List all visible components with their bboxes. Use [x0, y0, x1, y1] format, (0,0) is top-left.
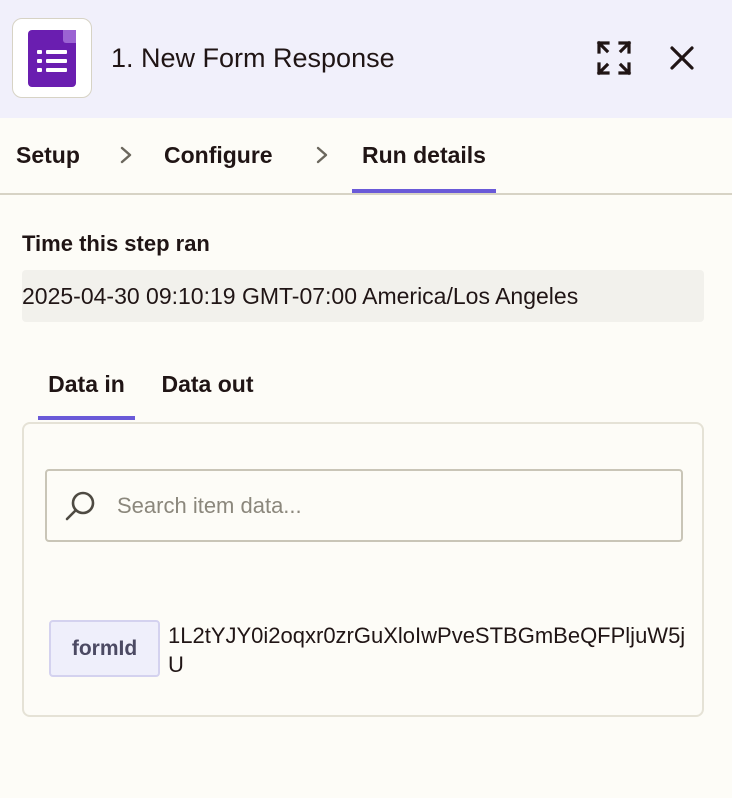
tab-configure[interactable]: Configure [164, 118, 273, 193]
time-value-box: 2025-04-30 09:10:19 GMT-07:00 America/Lo… [22, 270, 704, 322]
step-title: 1. New Form Response [111, 43, 395, 73]
tab-setup[interactable]: Setup [16, 118, 80, 193]
app-icon-frame [12, 18, 92, 98]
time-this-step-ran-label: Time this step ran [22, 231, 210, 256]
close-icon [670, 46, 694, 70]
search-input[interactable] [117, 487, 667, 525]
chevron-right-icon [316, 146, 328, 164]
google-forms-icon [28, 30, 76, 87]
field-value: 1L2tYJY0i2oqxr0zrGuXloIwPveSTBGmBeQFPlju… [168, 623, 686, 677]
time-value: 2025-04-30 09:10:19 GMT-07:00 America/Lo… [22, 283, 579, 309]
tab-data-out[interactable]: Data out [150, 362, 265, 420]
step-header: 1. New Form Response [0, 0, 732, 118]
close-button[interactable] [662, 38, 702, 78]
chevron-right-icon [120, 146, 132, 164]
data-panel: formId 1L2tYJY0i2oqxr0zrGuXloIwPveSTBGmB… [22, 422, 704, 717]
search-box[interactable] [45, 469, 683, 542]
expand-button[interactable] [592, 36, 636, 80]
field-key-chip: formId [49, 620, 160, 677]
tab-run-details[interactable]: Run details [352, 118, 496, 193]
search-icon [65, 491, 95, 521]
tab-data-in[interactable]: Data in [38, 362, 135, 420]
step-tabs: Setup Configure Run details [0, 118, 732, 195]
expand-icon [596, 40, 632, 76]
